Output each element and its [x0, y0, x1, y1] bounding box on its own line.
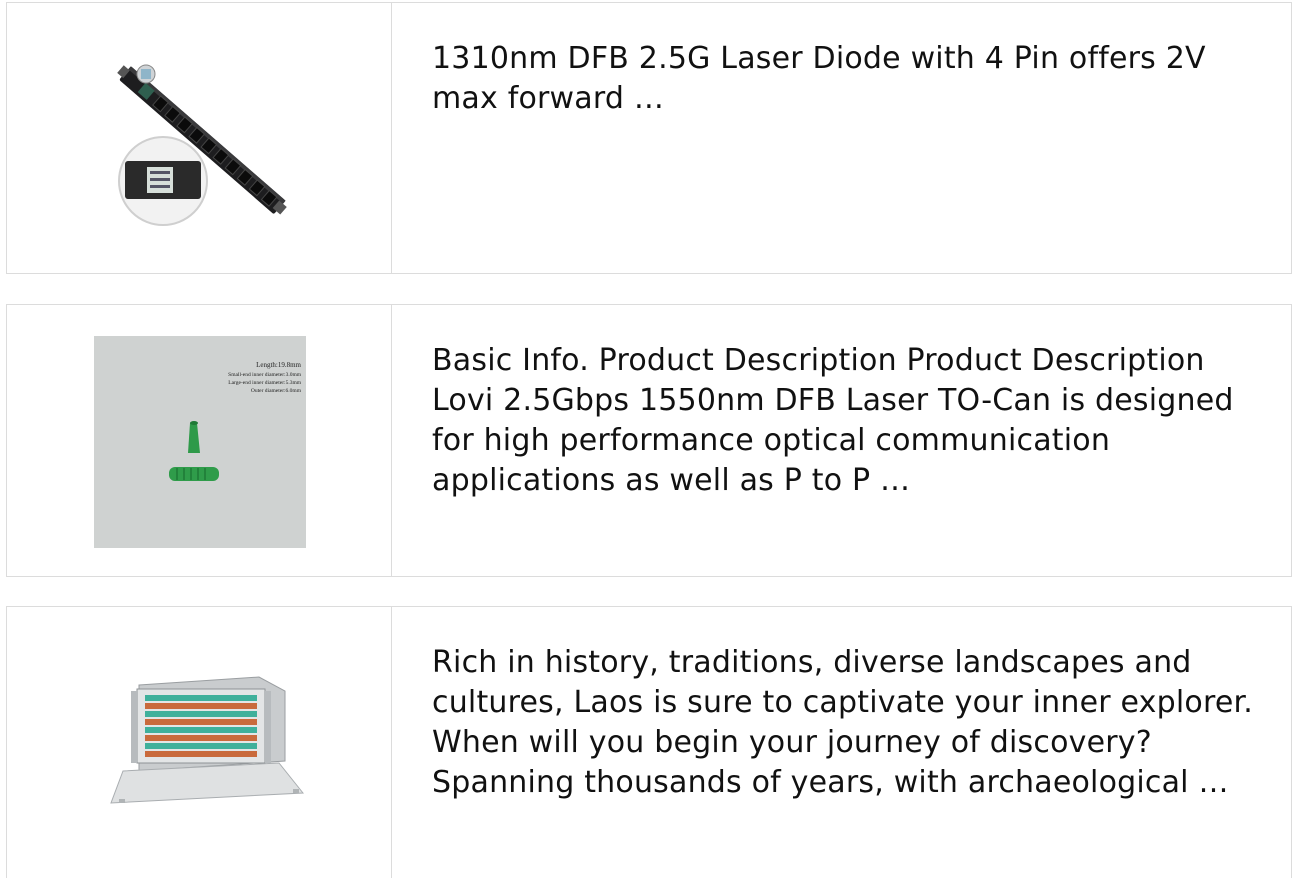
- product-thumbnail[interactable]: [7, 607, 392, 878]
- product-description[interactable]: Rich in history, traditions, diverse lan…: [392, 607, 1291, 878]
- outer-diameter-label: Outer diameter:6.0mm: [251, 388, 302, 394]
- product-card[interactable]: Rich in history, traditions, diverse lan…: [6, 606, 1292, 878]
- large-end-label: Large-end inner diameter:5.3mm: [228, 380, 301, 386]
- fiber-patch-panel-photo: [110, 676, 304, 804]
- product-card[interactable]: Length:19.8mm Small-end inner diameter:3…: [6, 304, 1292, 577]
- product-thumbnail[interactable]: Length:19.8mm Small-end inner diameter:3…: [7, 305, 392, 576]
- product-thumbnail[interactable]: [7, 3, 392, 273]
- small-end-label: Small-end inner diameter:3.0mm: [228, 372, 302, 378]
- product-card[interactable]: 1310nm DFB 2.5G Laser Diode with 4 Pin o…: [6, 2, 1292, 274]
- product-description[interactable]: 1310nm DFB 2.5G Laser Diode with 4 Pin o…: [392, 3, 1291, 273]
- power-distribution-unit-photo: [117, 64, 287, 226]
- green-cable-boot-photo: Length:19.8mm Small-end inner diameter:3…: [94, 336, 306, 548]
- length-label: Length:19.8mm: [256, 361, 301, 369]
- product-description[interactable]: Basic Info. Product Description Product …: [392, 305, 1291, 576]
